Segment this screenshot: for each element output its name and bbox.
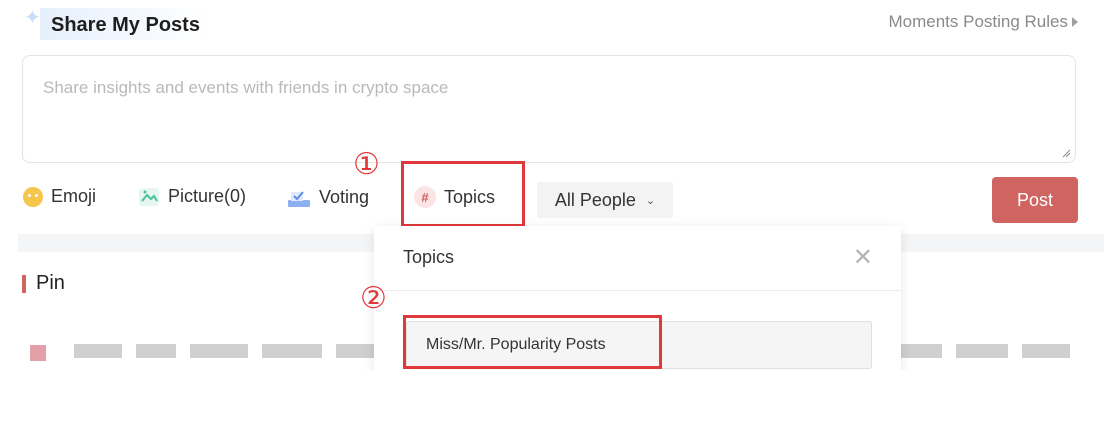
topic-highlight-box (403, 315, 662, 369)
chevron-down-icon: ⌄ (645, 194, 656, 207)
emoji-button[interactable]: Emoji (23, 186, 96, 207)
post-textarea-placeholder: Share insights and events with friends i… (43, 78, 449, 97)
voting-label: Voting (319, 186, 370, 207)
pin-accent-bar (22, 275, 26, 293)
emoji-label: Emoji (51, 186, 97, 206)
blurred-content-right (898, 344, 1070, 360)
close-icon[interactable]: ✕ (853, 246, 873, 270)
step-1-marker: ① (353, 147, 380, 182)
voting-button[interactable]: Voting (287, 186, 369, 208)
sparkle-icon: ✦ (24, 7, 41, 29)
picture-button[interactable]: Picture(0) (138, 186, 246, 207)
step-2-marker: ② (360, 281, 387, 316)
blurred-content-left (74, 344, 396, 360)
post-textarea[interactable]: Share insights and events with friends i… (22, 55, 1076, 163)
post-button[interactable]: Post (992, 177, 1078, 223)
blurred-avatar (30, 345, 46, 361)
picture-icon (139, 187, 159, 206)
topics-popup-header: Topics ✕ (374, 226, 901, 291)
topics-highlight-box (401, 161, 525, 227)
audience-label: All People (554, 189, 636, 210)
posting-rules-link[interactable]: Moments Posting Rules (888, 12, 1078, 32)
bottom-fade (0, 370, 1104, 422)
caret-right-icon (1072, 17, 1078, 27)
resize-grip-icon[interactable] (1061, 148, 1071, 158)
topics-popup-title: Topics (403, 247, 455, 267)
picture-label: Picture(0) (168, 186, 247, 206)
page-title: Share My Posts (51, 14, 200, 36)
posting-rules-label: Moments Posting Rules (888, 12, 1068, 31)
voting-icon (288, 191, 310, 207)
audience-select[interactable]: All People ⌄ (537, 182, 673, 218)
emoji-icon (23, 186, 43, 207)
pin-heading: Pin (36, 272, 65, 294)
